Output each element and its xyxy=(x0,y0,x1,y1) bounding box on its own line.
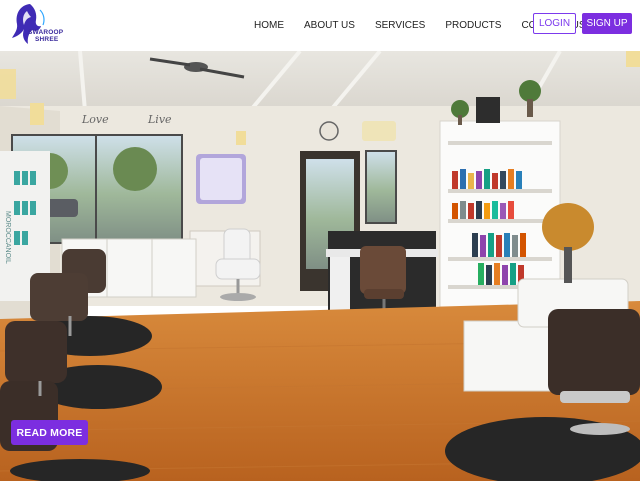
brand-name-line2: SHREE xyxy=(35,36,59,43)
wall-text-love: Love xyxy=(81,113,109,126)
salon-interior-photo: Love Live MOROCCANOIL xyxy=(0,51,640,481)
login-button[interactable]: LOGIN xyxy=(533,13,576,34)
brand-name: SWAROOP SHREE xyxy=(28,29,63,43)
wall-text-live: Live xyxy=(147,113,172,126)
hero-section: Love Live MOROCCANOIL READ MORE xyxy=(0,51,640,481)
read-more-button[interactable]: READ MORE xyxy=(11,420,88,445)
signup-button[interactable]: SIGN UP xyxy=(582,13,632,34)
nav-products[interactable]: PRODUCTS xyxy=(445,20,501,31)
nav-home[interactable]: HOME xyxy=(254,20,284,31)
brand-logo[interactable]: SWAROOP SHREE xyxy=(10,2,74,48)
site-header: SWAROOP SHREE HOME ABOUT US SERVICES PRO… xyxy=(0,0,640,51)
shelf-brand-text: MOROCCANOIL xyxy=(4,211,11,264)
nav-services[interactable]: SERVICES xyxy=(375,20,425,31)
nav-about-us[interactable]: ABOUT US xyxy=(304,20,355,31)
brand-name-line1: SWAROOP xyxy=(28,29,64,36)
